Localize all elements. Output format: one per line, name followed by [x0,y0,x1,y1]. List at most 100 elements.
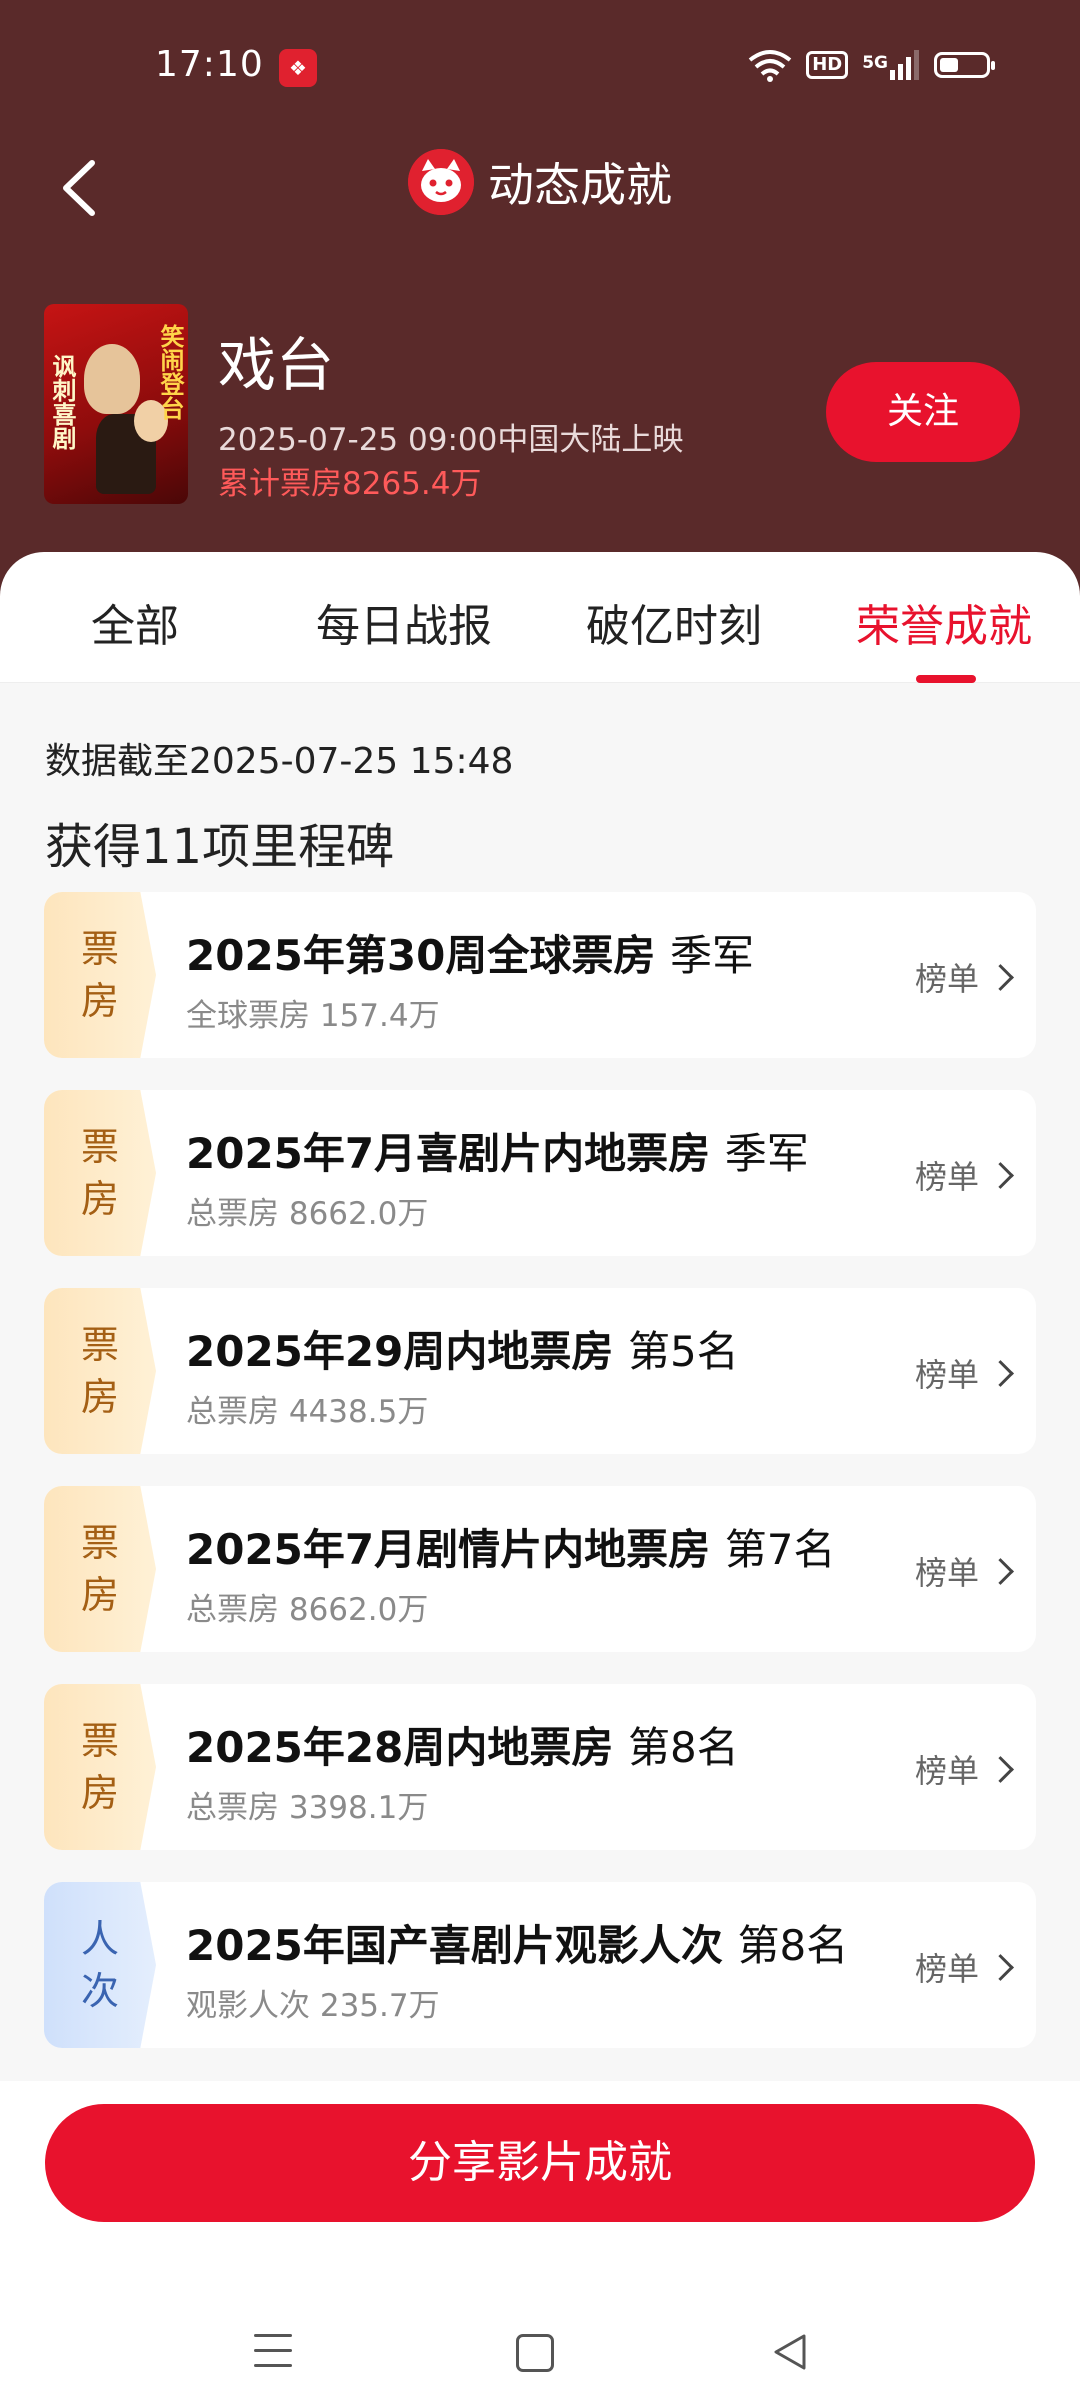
tab-bar: 全部 每日战报 破亿时刻 荣誉成就 [0,552,1080,683]
movie-header: 讽刺喜剧 笑闹登台 戏台 2025-07-25 09:00中国大陆上映 累计票房… [0,290,1080,560]
status-bar: 17:10 ❖ HD 5G [0,0,1080,135]
milestone-value: 总票房 8662.0万 [186,1592,429,1628]
system-back-icon[interactable] [770,2332,810,2372]
milestone-rank: 第8名 [627,1723,739,1772]
follow-button[interactable]: 关注 [826,362,1020,462]
tab-honors[interactable]: 荣誉成就 [856,590,1032,654]
status-time: 17:10 [155,44,264,85]
tag-text: 房 [80,1771,119,1815]
milestone-rank: 季军 [669,931,754,980]
poster-figure [84,344,140,414]
milestone-card[interactable]: 票 房 2025年7月喜剧片内地票房 季军 总票房 8662.0万 榜单 [44,1090,1036,1256]
ranking-link-label: 榜单 [914,1554,979,1592]
milestone-card[interactable]: 票 房 2025年第30周全球票房 季军 全球票房 157.4万 榜单 [44,892,1036,1058]
battery-icon [934,52,995,78]
tag-text: 票 [80,927,119,971]
milestone-title: 2025年29周内地票房 第5名 [186,1318,739,1379]
data-timestamp: 数据截至2025-07-25 15:48 [45,741,514,782]
milestone-card[interactable]: 票 房 2025年7月剧情片内地票房 第7名 总票房 8662.0万 榜单 [44,1486,1036,1652]
ranking-link-label: 榜单 [914,1356,979,1394]
milestone-rank: 第7名 [724,1525,836,1574]
active-tab-indicator [916,675,976,683]
tab-100m-moments[interactable]: 破亿时刻 [586,590,762,654]
milestone-card[interactable]: 票 房 2025年29周内地票房 第5名 总票房 4438.5万 榜单 [44,1288,1036,1454]
signal-icon: 5G [862,50,920,80]
tag-text: 房 [80,1177,119,1221]
milestone-name: 2025年7月剧情片内地票房 [186,1525,711,1574]
total-box-office: 累计票房8265.4万 [218,466,482,502]
tag-text: 票 [80,1323,119,1367]
milestone-title: 2025年国产喜剧片观影人次 第8名 [186,1912,848,1973]
poster-text-right: 笑闹登台 [156,324,184,420]
milestone-value: 全球票房 157.4万 [186,998,440,1034]
box-office-tag: 票 房 [44,1288,156,1454]
ranking-link[interactable]: 榜单 [914,1548,1014,1594]
milestone-value: 总票房 8662.0万 [186,1196,429,1232]
ranking-link[interactable]: 榜单 [914,1350,1014,1396]
milestone-title: 2025年7月喜剧片内地票房 季军 [186,1120,809,1181]
milestone-name: 2025年国产喜剧片观影人次 [186,1921,723,1970]
tag-text: 次 [80,1969,119,2013]
share-achievements-button[interactable]: 分享影片成就 [45,2104,1035,2222]
tag-text: 人 [80,1917,119,1961]
tag-text: 票 [80,1125,119,1169]
box-office-tag: 票 房 [44,892,156,1058]
ranking-link[interactable]: 榜单 [914,1944,1014,1990]
milestone-count: 获得11项里程碑 [45,819,395,875]
tab-daily-report[interactable]: 每日战报 [316,590,492,654]
milestone-value: 总票房 4438.5万 [186,1394,429,1430]
tab-all[interactable]: 全部 [91,590,179,654]
chevron-right-icon [987,963,1014,991]
milestone-card[interactable]: 人 次 2025年国产喜剧片观影人次 第8名 观影人次 235.7万 榜单 [44,1882,1036,2048]
chevron-right-icon [987,1161,1014,1189]
milestone-title: 2025年7月剧情片内地票房 第7名 [186,1516,835,1577]
box-office-tag: 票 房 [44,1486,156,1652]
admissions-tag: 人 次 [44,1882,156,2048]
milestone-rank: 第8名 [737,1921,849,1970]
app-notification-icon: ❖ [279,49,317,87]
movie-poster[interactable]: 讽刺喜剧 笑闹登台 [44,304,188,504]
ranking-link-label: 榜单 [914,960,979,998]
milestone-rank: 季军 [724,1129,809,1178]
movie-title: 戏台 [218,331,335,399]
release-info: 2025-07-25 09:00中国大陆上映 [218,422,684,458]
box-office-tag: 票 房 [44,1090,156,1256]
tag-text: 房 [80,979,119,1023]
ranking-link[interactable]: 榜单 [914,1152,1014,1198]
chevron-right-icon [987,1359,1014,1387]
milestone-name: 2025年7月喜剧片内地票房 [186,1129,711,1178]
network-type: 5G [862,53,888,73]
ranking-link-label: 榜单 [914,1950,979,1988]
milestone-title: 2025年28周内地票房 第8名 [186,1714,739,1775]
tag-text: 房 [80,1573,119,1617]
milestone-title: 2025年第30周全球票房 季军 [186,922,754,983]
content-sheet: 全部 每日战报 破亿时刻 荣誉成就 数据截至2025-07-25 15:48 获… [0,552,1080,2400]
tag-text: 票 [80,1719,119,1763]
ranking-link[interactable]: 榜单 [914,954,1014,1000]
recent-apps-icon[interactable] [254,2334,292,2370]
milestone-value: 总票房 3398.1万 [186,1790,429,1826]
chevron-right-icon [987,1557,1014,1585]
status-icons: HD 5G [748,45,995,85]
system-nav-bar [0,2304,1080,2400]
ranking-link-label: 榜单 [914,1158,979,1196]
poster-text-left: 讽刺喜剧 [48,354,76,450]
signal-bars-icon [890,50,919,80]
ranking-link-label: 榜单 [914,1752,979,1790]
chevron-right-icon [987,1953,1014,1981]
box-office-tag: 票 房 [44,1684,156,1850]
nav-bar: 动态成就 [0,135,1080,245]
milestone-name: 2025年第30周全球票房 [186,931,656,980]
tag-text: 房 [80,1375,119,1419]
home-icon[interactable] [516,2334,554,2372]
tag-text: 票 [80,1521,119,1565]
milestone-card[interactable]: 票 房 2025年28周内地票房 第8名 总票房 3398.1万 榜单 [44,1684,1036,1850]
ranking-link[interactable]: 榜单 [914,1746,1014,1792]
hd-icon: HD [806,51,849,79]
milestone-value: 观影人次 235.7万 [186,1988,440,2024]
nav-title-group: 动态成就 [0,149,1080,215]
milestone-name: 2025年28周内地票房 [186,1723,614,1772]
milestone-name: 2025年29周内地票房 [186,1327,614,1376]
maoyan-cat-logo-icon [408,149,474,215]
wifi-icon [748,50,792,82]
